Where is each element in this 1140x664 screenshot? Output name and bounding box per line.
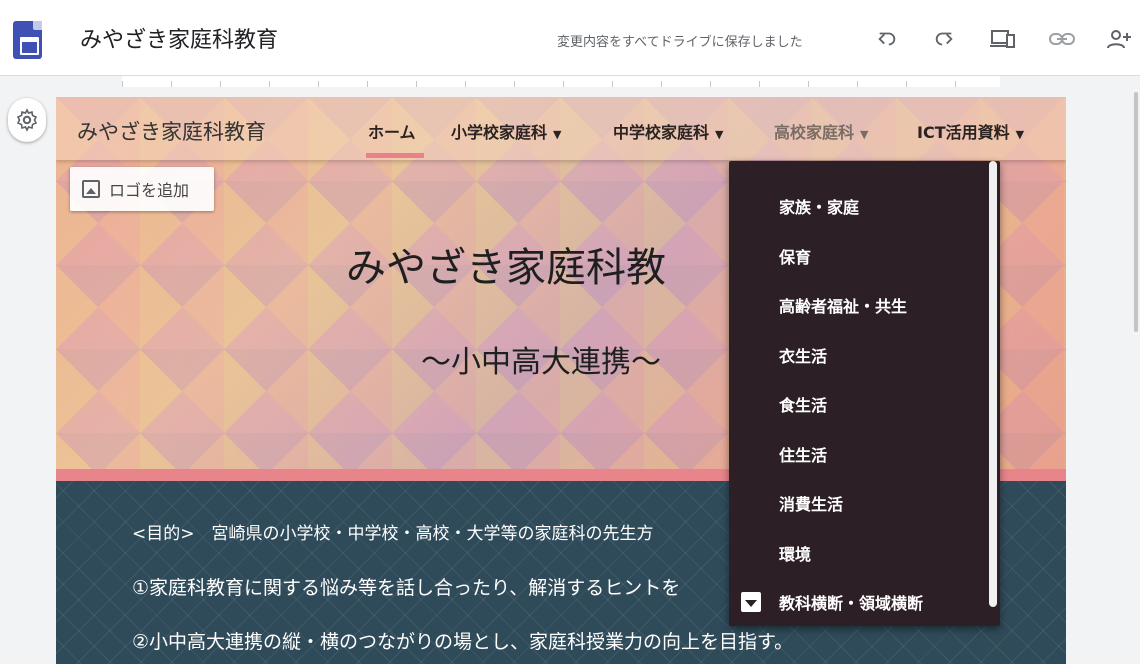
- chevron-down-icon: ▼: [1015, 128, 1025, 141]
- nav-ict[interactable]: ICT活用資料 ▼: [917, 119, 1024, 143]
- menu-item-consumer[interactable]: 消費生活: [779, 491, 843, 515]
- goal-1-text: ①家庭科教育に関する悩み等を話し合ったり、解消するヒントを: [132, 577, 681, 599]
- menu-item-food[interactable]: 食生活: [779, 392, 827, 416]
- redo-icon[interactable]: [931, 26, 957, 52]
- nav-elementary-label: 小学校家庭科: [451, 123, 548, 142]
- add-logo-label: ロゴを追加: [109, 181, 190, 200]
- nav-high-school[interactable]: 高校家庭科 ▼: [774, 119, 868, 143]
- menu-item-family[interactable]: 家族・家庭: [779, 194, 859, 218]
- preview-icon[interactable]: [990, 26, 1016, 52]
- document-title[interactable]: みやざき家庭科教育: [80, 22, 278, 54]
- add-logo-button[interactable]: ロゴを追加: [70, 167, 214, 211]
- nav-ict-label: ICT活用資料: [917, 123, 1010, 142]
- menu-item-housing[interactable]: 住生活: [779, 442, 827, 466]
- link-icon[interactable]: [1049, 26, 1075, 52]
- chevron-down-icon: ▼: [860, 128, 869, 141]
- goal-2-text: ②小中高大連携の縦・横のつながりの場とし、家庭科授業力の向上を目指す。: [132, 631, 794, 653]
- hero-title[interactable]: みやざき家庭科教: [346, 235, 666, 293]
- nav-junior-high[interactable]: 中学校家庭科 ▼: [613, 119, 723, 143]
- save-status: 変更内容をすべてドライブに保存しました: [557, 35, 803, 50]
- gear-icon: [16, 108, 38, 132]
- undo-icon[interactable]: [874, 26, 900, 52]
- menu-item-childcare[interactable]: 保育: [779, 244, 811, 268]
- nav-home-label: ホーム: [368, 123, 416, 142]
- page-scrollbar-thumb[interactable]: [1134, 92, 1138, 332]
- expand-submenu-icon[interactable]: [741, 592, 761, 612]
- purpose-text: <目的> 宮崎県の小学校・中学校・高校・大学等の家庭科の先生方: [132, 524, 654, 544]
- settings-button[interactable]: [8, 98, 46, 142]
- hero-subtitle[interactable]: 〜小中高大連携〜: [421, 337, 661, 381]
- dropdown-scrollbar[interactable]: [989, 161, 997, 607]
- image-icon: [82, 180, 100, 198]
- site-navigation: みやざき家庭科教育 ホーム 小学校家庭科 ▼ 中学校家庭科 ▼ 高校家庭科 ▼ ICT…: [56, 97, 1066, 160]
- site-title[interactable]: みやざき家庭科教育: [77, 116, 266, 146]
- app-bar: みやざき家庭科教育 変更内容をすべてドライブに保存しました: [0, 0, 1140, 76]
- google-sites-logo-icon[interactable]: [13, 21, 42, 59]
- nav-junior-high-label: 中学校家庭科: [613, 123, 710, 142]
- menu-item-clothing[interactable]: 衣生活: [779, 343, 827, 367]
- chevron-down-icon: ▼: [553, 128, 562, 141]
- chevron-down-icon: ▼: [715, 128, 724, 141]
- add-person-icon[interactable]: [1106, 26, 1132, 52]
- menu-item-elderly-welfare[interactable]: 高齢者福祉・共生: [779, 293, 907, 317]
- ruler: [122, 76, 1000, 87]
- nav-active-indicator: [366, 153, 424, 158]
- high-school-dropdown-menu: 家族・家庭 保育 高齢者福祉・共生 衣生活 食生活 住生活 消費生活 環境 教科…: [729, 161, 1000, 626]
- nav-home[interactable]: ホーム: [368, 119, 416, 143]
- menu-item-cross-curricular[interactable]: 教科横断・領域横断: [779, 590, 923, 614]
- menu-item-environment[interactable]: 環境: [779, 541, 811, 565]
- nav-elementary[interactable]: 小学校家庭科 ▼: [451, 119, 561, 143]
- nav-high-school-label: 高校家庭科: [774, 123, 855, 142]
